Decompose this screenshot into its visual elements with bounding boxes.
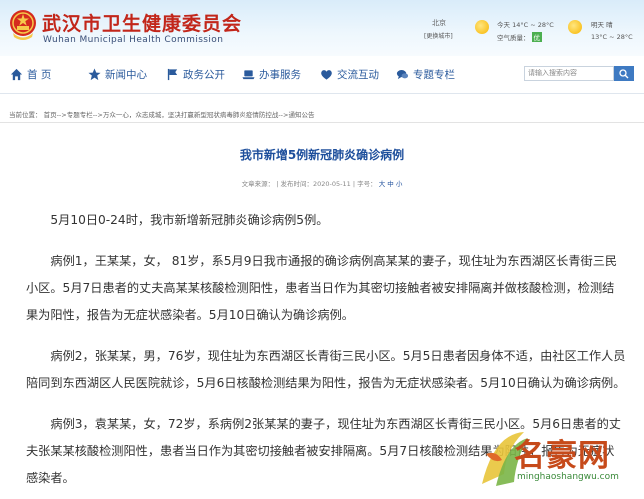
nav-interaction[interactable]: 交流互动 (320, 67, 379, 82)
search-icon (619, 69, 629, 79)
article-date: | 发布时间：2020-05-11 | (276, 180, 356, 188)
sunny-icon (568, 20, 582, 34)
article-source-label: 文章来源： (241, 180, 275, 188)
nav-home[interactable]: 首 页 (10, 67, 51, 82)
nav-label: 首 页 (27, 69, 52, 81)
nav-label: 专题专栏 (413, 69, 455, 81)
site-subtitle: Wuhan Municipal Health Commission (43, 35, 224, 45)
watermark-text: 名豪网 (514, 438, 610, 474)
home-icon (10, 68, 23, 81)
article-meta: 文章来源： | 发布时间：2020-05-11 | 字号： 大 中 小 (0, 178, 644, 188)
weather-today: 今天 14°C ~ 28°C (497, 21, 554, 29)
search-input[interactable]: 请输入搜索内容 (524, 66, 614, 81)
flag-icon (167, 68, 178, 81)
air-quality: 空气质量：优 (497, 32, 542, 42)
laptop-icon (242, 70, 255, 80)
nav-services[interactable]: 办事服务 (242, 67, 301, 82)
change-city-link[interactable]: [更换城市] (424, 31, 453, 40)
air-quality-badge: 优 (531, 32, 542, 42)
font-size-label: 字号： (357, 180, 377, 188)
nav-label: 政务公开 (183, 69, 225, 81)
article-paragraph: 病例2，张某某，男，76岁，现住址为东西湖区长青街三民小区。5月5日患者因身体不… (26, 349, 626, 390)
search-button[interactable] (614, 66, 634, 81)
watermark-url: minghaoshangwu.com (517, 472, 619, 482)
heart-icon (321, 70, 332, 80)
nav-gov-affairs[interactable]: 政务公开 (166, 67, 225, 82)
article-paragraph: 5月10日0-24时，我市新增新冠肺炎确诊病例5例。 (50, 213, 329, 227)
font-size-options[interactable]: 大 中 小 (379, 180, 403, 188)
nav-news[interactable]: 新闻中心 (88, 67, 147, 82)
site-header: 武汉市卫生健康委员会 Wuhan Municipal Health Commis… (0, 0, 644, 56)
sunny-icon (475, 20, 489, 34)
article-paragraph: 病例1，王某某，女， 81岁，系5月9日我市通报的确诊病例高某某的妻子，现住址为… (26, 254, 618, 322)
site-title[interactable]: 武汉市卫生健康委员会 (42, 9, 242, 36)
breadcrumb[interactable]: 当前位置： 首页-->专题专栏-->万众一心，众志成城，坚决打赢新型冠状病毒肺炎… (0, 108, 644, 123)
air-quality-label: 空气质量： (497, 34, 530, 42)
nav-special-topics[interactable]: 专题专栏 (396, 67, 455, 82)
weather-tomorrow: 明天 晴 (591, 21, 613, 29)
article-title: 我市新增5例新冠肺炎确诊病例 (239, 148, 405, 162)
chat-icon (396, 70, 409, 80)
weather-tomorrow-temp: 13°C ~ 28°C (591, 33, 633, 41)
weather-city: 北京 (432, 19, 446, 27)
nav-label: 办事服务 (259, 69, 301, 81)
nav-label: 新闻中心 (105, 69, 147, 81)
national-emblem-icon[interactable] (8, 8, 38, 42)
nav-label: 交流互动 (337, 69, 379, 81)
star-icon (88, 68, 101, 81)
